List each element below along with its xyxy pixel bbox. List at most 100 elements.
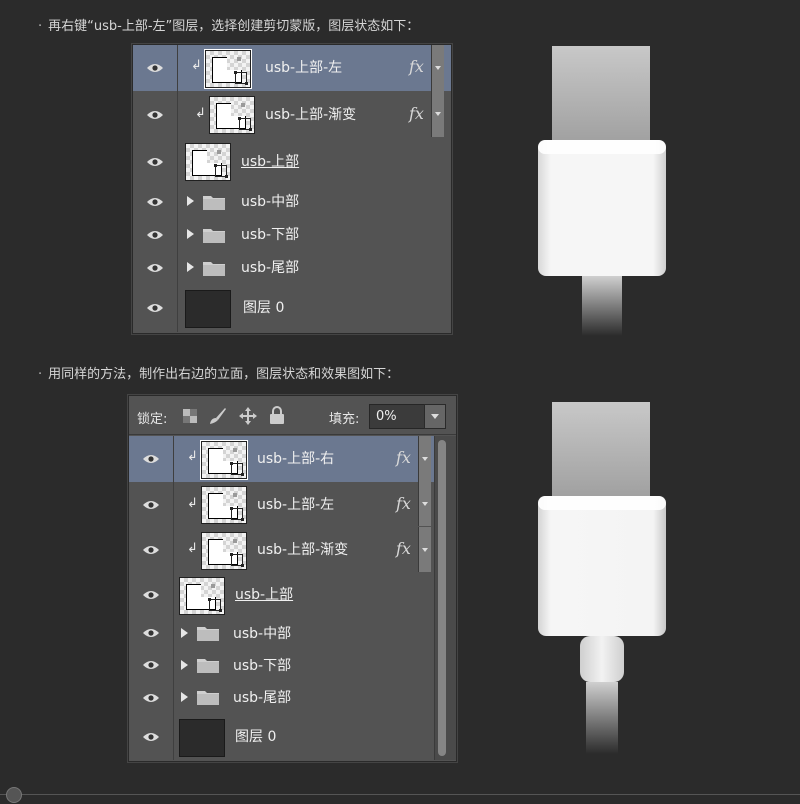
bottom-divider (0, 794, 800, 795)
lock-brush-icon[interactable] (209, 407, 227, 425)
expand-triangle-icon[interactable] (187, 262, 194, 272)
eye-icon[interactable] (129, 527, 174, 573)
layer-row[interactable]: ↲ usb-上部-左 fx (133, 45, 451, 92)
usb-casing (538, 496, 666, 636)
usb-cable (586, 682, 618, 754)
fx-icon[interactable]: fx (409, 106, 424, 122)
layer-row[interactable]: ↲ usb-上部-右 fx (129, 436, 434, 483)
fx-icon[interactable]: fx (409, 59, 424, 75)
layer-name[interactable]: usb-尾部 (233, 691, 291, 705)
usb-metal-plug (552, 402, 650, 512)
eye-icon[interactable] (133, 218, 178, 251)
expand-triangle-icon[interactable] (181, 692, 188, 702)
layer-thumbnail[interactable] (209, 96, 255, 134)
fx-icon[interactable]: fx (396, 496, 411, 512)
layer-thumbnail[interactable] (179, 719, 225, 757)
layer-row[interactable]: ↲ usb-上部-左 fx (129, 482, 434, 528)
layer-thumbnail[interactable] (205, 50, 251, 88)
eye-icon[interactable] (133, 45, 178, 91)
layer-group-row[interactable]: usb-中部 (129, 617, 434, 650)
fx-icon[interactable]: fx (396, 450, 411, 466)
fx-expand-toggle[interactable] (418, 482, 431, 526)
layer-row[interactable]: ↲ usb-上部-渐变 fx (133, 91, 451, 139)
usb-connector-preview-1 (530, 40, 670, 340)
layer-group-row[interactable]: usb-中部 (133, 185, 451, 219)
scrollbar-thumb[interactable] (438, 440, 446, 756)
eye-icon[interactable] (133, 138, 178, 185)
eye-icon[interactable] (133, 91, 178, 138)
layer-group-row[interactable]: usb-下部 (129, 649, 434, 682)
layer-name[interactable]: usb-下部 (241, 228, 299, 242)
layer-thumbnail[interactable] (179, 577, 225, 615)
eye-icon[interactable] (133, 251, 178, 284)
layer-row[interactable]: 图层 0 (129, 714, 434, 760)
layer-row[interactable]: ↲ usb-上部-渐变 fx (129, 527, 434, 574)
eye-icon[interactable] (129, 649, 174, 681)
layer-row[interactable]: 图层 0 (133, 284, 451, 332)
layer-name[interactable]: 图层 0 (235, 730, 276, 744)
expand-triangle-icon[interactable] (181, 628, 188, 638)
layer-name[interactable]: usb-中部 (233, 627, 291, 641)
lock-transparent-icon[interactable] (183, 409, 197, 423)
fill-label: 填充: (329, 408, 359, 427)
layer-name[interactable]: 图层 0 (243, 301, 284, 315)
fx-icon[interactable]: fx (396, 541, 411, 557)
eye-icon[interactable] (133, 185, 178, 218)
eye-icon[interactable] (129, 573, 174, 617)
panel-header: 锁定: 填充: 0% (129, 396, 456, 435)
usb-neck (580, 636, 624, 682)
fx-expand-toggle[interactable] (418, 436, 431, 482)
fill-dropdown-button[interactable] (424, 404, 446, 429)
layer-name[interactable]: usb-上部-左 (257, 498, 334, 512)
usb-casing (538, 140, 666, 276)
folder-icon (203, 260, 225, 276)
eye-icon[interactable] (129, 482, 174, 527)
layer-name[interactable]: usb-上部-左 (265, 61, 342, 75)
layer-name[interactable]: usb-上部-渐变 (257, 543, 348, 557)
layer-name[interactable]: usb-下部 (233, 659, 291, 673)
layer-thumbnail[interactable] (201, 441, 247, 479)
lock-move-icon[interactable] (239, 407, 257, 425)
folder-icon (203, 227, 225, 243)
layer-name[interactable]: usb-上部 (241, 155, 299, 169)
expand-triangle-icon[interactable] (187, 229, 194, 239)
caption-first-text: 再右键“usb-上部-左”图层，选择创建剪切蒙版，图层状态如下： (48, 19, 419, 34)
eye-icon[interactable] (133, 284, 178, 332)
expand-triangle-icon[interactable] (181, 660, 188, 670)
layer-group-row[interactable]: usb-尾部 (133, 251, 451, 285)
layer-row[interactable]: usb-上部 (133, 138, 451, 186)
lock-all-icon[interactable] (269, 406, 285, 424)
clipping-arrow-icon: ↲ (195, 107, 206, 120)
clipping-arrow-icon: ↲ (191, 59, 202, 72)
fx-expand-toggle[interactable] (431, 45, 444, 91)
usb-connector-preview-2 (530, 398, 670, 758)
layer-group-row[interactable]: usb-尾部 (129, 681, 434, 715)
fx-expand-toggle[interactable] (418, 527, 431, 572)
eye-icon[interactable] (129, 436, 174, 482)
clipping-arrow-icon: ↲ (187, 497, 198, 510)
layer-thumbnail[interactable] (201, 486, 247, 524)
folder-icon (197, 657, 219, 673)
layers-panel-2: 锁定: 填充: 0% ↲ usb-上部-右 fx ↲ usb-上部-左 fx ↲… (128, 395, 457, 762)
timeline-dot-icon (6, 787, 22, 803)
fx-expand-toggle[interactable] (431, 91, 444, 137)
layers-panel-1: ↲ usb-上部-左 fx ↲ usb-上部-渐变 fx usb-上部 usb-… (132, 44, 452, 334)
layer-row[interactable]: usb-上部 (129, 573, 434, 618)
layer-group-row[interactable]: usb-下部 (133, 218, 451, 252)
expand-triangle-icon[interactable] (187, 196, 194, 206)
layer-thumbnail[interactable] (201, 532, 247, 570)
eye-icon[interactable] (129, 714, 174, 760)
layer-thumbnail[interactable] (185, 290, 231, 328)
fill-input[interactable]: 0% (369, 404, 425, 429)
caption-second-text: 用同样的方法，制作出右边的立面，图层状态和效果图如下： (48, 367, 399, 382)
layer-thumbnail[interactable] (185, 143, 231, 181)
layer-name[interactable]: usb-中部 (241, 195, 299, 209)
eye-icon[interactable] (129, 617, 174, 649)
folder-icon (197, 689, 219, 705)
layer-name[interactable]: usb-尾部 (241, 261, 299, 275)
layer-name[interactable]: usb-上部 (235, 588, 293, 602)
eye-icon[interactable] (129, 681, 174, 714)
layer-name[interactable]: usb-上部-渐变 (265, 108, 356, 122)
layer-name[interactable]: usb-上部-右 (257, 452, 334, 466)
layers-scrollbar[interactable] (434, 436, 456, 760)
